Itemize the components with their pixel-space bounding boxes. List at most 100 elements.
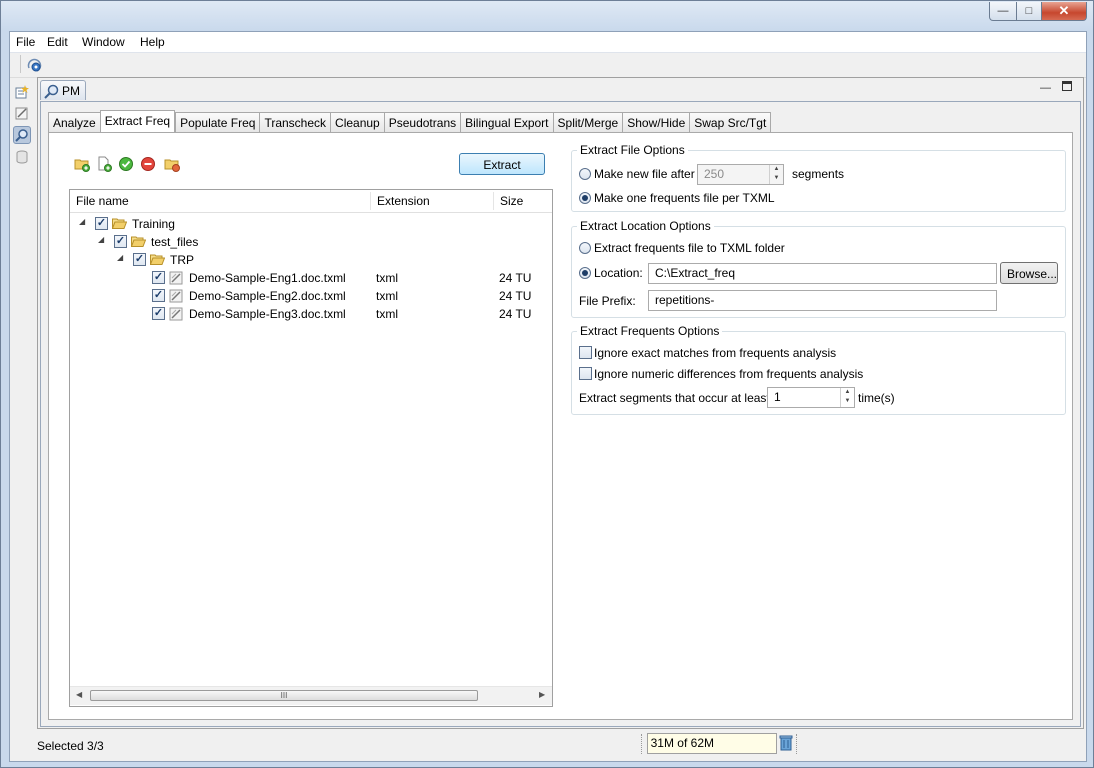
tab-analyze[interactable]: Analyze <box>48 112 100 132</box>
memory-usage: 31M of 62M <box>650 736 714 750</box>
tree-row-file[interactable]: ✓ Demo-Sample-Eng1.doc.txml txml 24 TU <box>70 269 552 287</box>
tab-populate-freq[interactable]: Populate Freq <box>175 112 260 132</box>
horizontal-scrollbar[interactable]: ◀ III ▶ <box>70 686 552 705</box>
tree-row-training[interactable]: ◢ ✓ Training <box>70 215 552 233</box>
tab-pseudotrans[interactable]: Pseudotrans <box>383 112 461 132</box>
radio-new-file-after[interactable] <box>579 168 591 180</box>
segments-spinner[interactable]: ▲ ▼ <box>769 165 783 184</box>
close-button[interactable]: ✕ <box>1042 2 1087 21</box>
pm-search-icon[interactable] <box>13 126 31 144</box>
expanded-arrow-icon[interactable]: ◢ <box>79 217 85 226</box>
tree-row-test-files[interactable]: ◢ ✓ test_files <box>70 233 552 251</box>
perspective-bar <box>10 78 36 728</box>
extract-button[interactable]: Extract <box>459 153 545 175</box>
folder-name: test_files <box>151 235 199 249</box>
occurrence-count-value: 1 <box>774 390 781 404</box>
edit-icon[interactable] <box>13 104 31 122</box>
column-file-name[interactable]: File name <box>70 190 370 212</box>
pm-search-icon <box>44 83 60 99</box>
menu-file[interactable]: File <box>16 35 35 49</box>
view-tab-label: PM <box>62 83 80 98</box>
occurrence-count-field[interactable]: 1 ▲ ▼ <box>767 387 855 408</box>
checkbox-checked[interactable]: ✓ <box>152 271 165 284</box>
expanded-arrow-icon[interactable]: ◢ <box>117 253 123 262</box>
segments-label: segments <box>792 167 845 181</box>
browse-button[interactable]: Browse... <box>1000 262 1058 284</box>
ignore-numeric-label: Ignore numeric differences from frequent… <box>594 367 864 381</box>
tool-tabs: Analyze Extract Freq Populate Freq Trans… <box>48 110 772 132</box>
tab-extract-freq[interactable]: Extract Freq <box>99 110 176 132</box>
group-title: Extract Frequents Options <box>577 324 723 338</box>
expanded-arrow-icon[interactable]: ◢ <box>98 235 104 244</box>
one-file-label: Make one frequents file per TXML <box>594 191 775 205</box>
checkbox-checked[interactable]: ✓ <box>133 253 146 266</box>
scroll-left-icon[interactable]: ◀ <box>76 690 82 699</box>
tree-header: File name Extension Size <box>70 190 552 213</box>
checkbox-checked[interactable]: ✓ <box>95 217 108 230</box>
ignore-numeric-checkbox[interactable] <box>579 367 592 380</box>
scrollbar-thumb[interactable]: III <box>90 690 478 701</box>
title-bar: — □ ✕ <box>1 1 1094 31</box>
group-title: Extract Location Options <box>577 219 714 233</box>
tree-row-file[interactable]: ✓ Demo-Sample-Eng2.doc.txml txml 24 TU <box>70 287 552 305</box>
menu-window[interactable]: Window <box>82 35 125 49</box>
column-size[interactable]: Size <box>494 190 552 212</box>
tab-transcheck[interactable]: Transcheck <box>259 112 331 132</box>
trash-icon[interactable] <box>779 735 793 751</box>
file-size: 24 TU <box>499 271 532 285</box>
file-extension: txml <box>376 289 398 303</box>
folder-name: TRP <box>170 253 194 267</box>
tab-show-hide[interactable]: Show/Hide <box>622 112 690 132</box>
new-file-after-label: Make new file after <box>594 167 695 181</box>
checkbox-checked[interactable]: ✓ <box>152 307 165 320</box>
file-prefix-input[interactable]: repetitions- <box>648 290 997 311</box>
view-maximize-icon[interactable] <box>1062 81 1072 94</box>
to-folder-label: Extract frequents file to TXML folder <box>594 241 785 255</box>
scroll-right-icon[interactable]: ▶ <box>539 690 545 699</box>
tab-split-merge[interactable]: Split/Merge <box>552 112 623 132</box>
view-minimize-icon[interactable]: — <box>1040 82 1051 94</box>
file-extension: txml <box>376 307 398 321</box>
ignore-exact-checkbox[interactable] <box>579 346 592 359</box>
menu-edit[interactable]: Edit <box>47 35 68 49</box>
status-separator <box>641 734 644 754</box>
pm-view-panel: PM — Analyze Extract Freq Populate Freq … <box>37 77 1084 729</box>
radio-one-file-per-txml[interactable] <box>579 192 591 204</box>
location-input[interactable]: C:\Extract_freq <box>648 263 997 284</box>
segments-count-field[interactable]: 250 ▲ ▼ <box>697 164 784 185</box>
group-title: Extract File Options <box>577 143 688 157</box>
times-label: time(s) <box>858 391 895 405</box>
selection-status: Selected 3/3 <box>37 739 104 753</box>
checkbox-checked[interactable]: ✓ <box>114 235 127 248</box>
file-tree-table: File name Extension Size ◢ ✓ Training ◢ … <box>69 189 553 707</box>
extract-freq-panel: Extract File name Extension Size ◢ ✓ Tra… <box>48 132 1073 720</box>
file-size: 24 TU <box>499 307 532 321</box>
column-extension[interactable]: Extension <box>371 190 493 212</box>
tree-row-file[interactable]: ✓ Demo-Sample-Eng3.doc.txml txml 24 TU <box>70 305 552 323</box>
frequents-options-group: Extract Frequents Options Ignore exact m… <box>571 324 1066 415</box>
remove-icon[interactable] <box>140 156 156 172</box>
database-icon[interactable] <box>13 148 31 166</box>
occur-label: Extract segments that occur at least <box>579 391 770 405</box>
file-options-group: Extract File Options Make new file after… <box>571 143 1066 212</box>
menu-help[interactable]: Help <box>140 35 165 49</box>
add-file-icon[interactable] <box>96 156 112 172</box>
status-separator <box>796 734 799 754</box>
checkbox-checked[interactable]: ✓ <box>152 289 165 302</box>
txml-file-icon <box>169 289 183 303</box>
view-tab-pm[interactable]: PM <box>40 80 86 100</box>
minimize-button[interactable]: — <box>989 2 1017 21</box>
new-project-icon[interactable] <box>13 83 31 101</box>
radio-location[interactable] <box>579 267 591 279</box>
check-all-icon[interactable] <box>118 156 134 172</box>
radio-to-txml-folder[interactable] <box>579 242 591 254</box>
refresh-gear-icon[interactable] <box>25 56 43 74</box>
add-folder-icon[interactable] <box>74 156 90 172</box>
maximize-button[interactable]: □ <box>1017 2 1042 21</box>
tab-swap-src-tgt[interactable]: Swap Src/Tgt <box>689 112 772 132</box>
tree-row-trp[interactable]: ◢ ✓ TRP <box>70 251 552 269</box>
folder-settings-icon[interactable] <box>164 156 180 172</box>
tab-cleanup[interactable]: Cleanup <box>330 112 384 132</box>
tab-bilingual-export[interactable]: Bilingual Export <box>460 112 553 132</box>
occurrence-spinner[interactable]: ▲ ▼ <box>840 388 854 407</box>
